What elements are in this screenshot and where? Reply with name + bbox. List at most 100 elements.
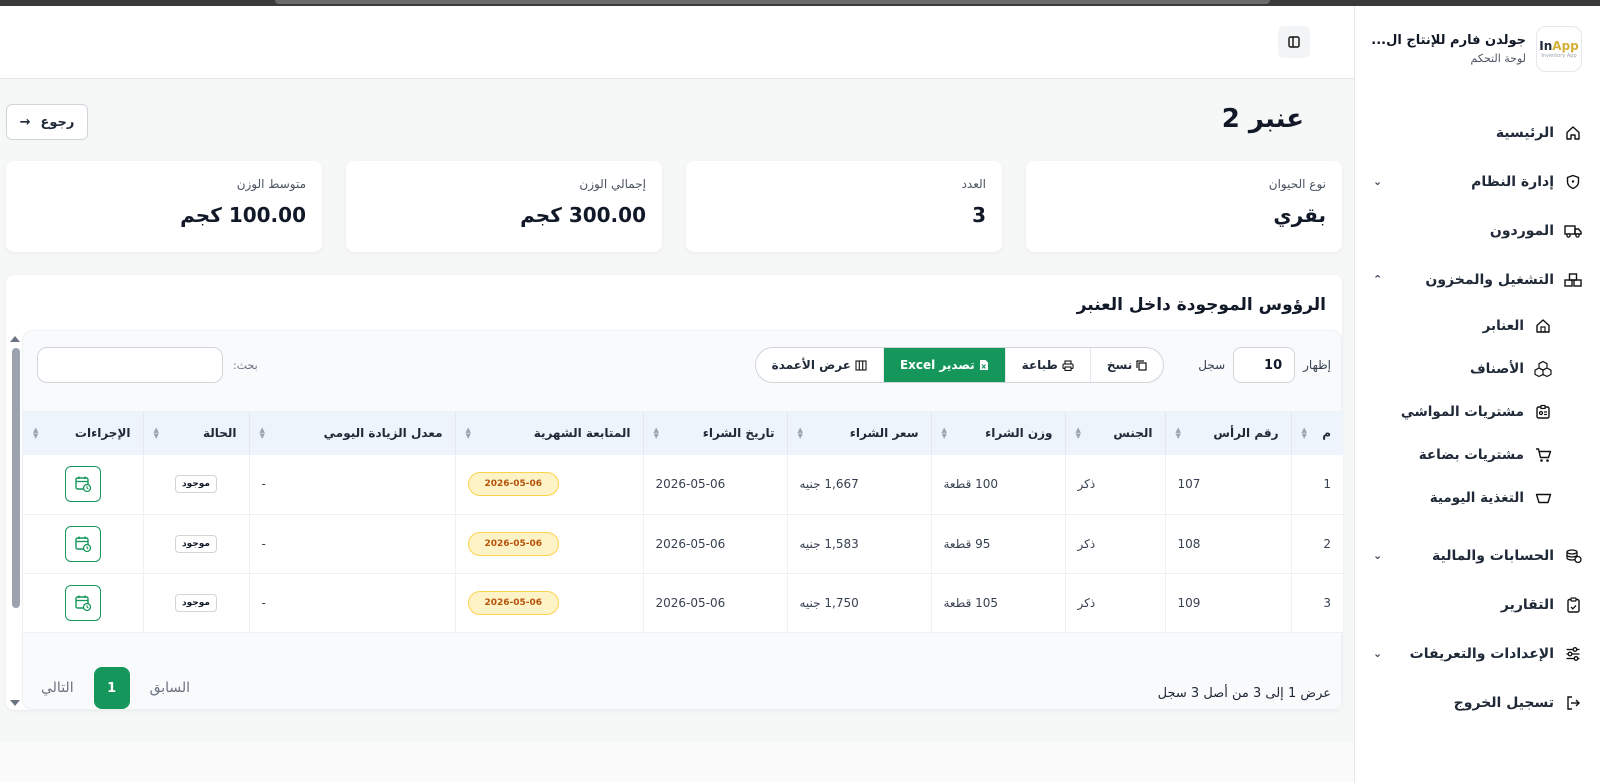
followup-action-button[interactable] xyxy=(64,584,101,621)
chevron-down-icon: ⌄ xyxy=(1373,647,1383,660)
barn-icon xyxy=(1532,315,1554,337)
sidebar-item-daily-feeding[interactable]: التغذية اليومية xyxy=(1355,476,1574,519)
followup-action-button[interactable] xyxy=(64,466,101,503)
chevron-up-icon: ⌃ xyxy=(1373,273,1383,286)
status-badge: موجود xyxy=(175,593,217,612)
sidebar-nav: الرئيسية إدارة النظام ⌄ الموردون التشغيل… xyxy=(1355,108,1600,727)
export-button-group: نسخ طباعة تصدير Excel عرض الأعمدة xyxy=(754,347,1165,383)
shield-icon xyxy=(1562,171,1584,193)
sidebar-item-barns[interactable]: العنابر xyxy=(1355,304,1574,347)
page-bottom-area xyxy=(0,742,1354,783)
column-header-tag-number[interactable]: رقم الرأس ▲ ▼ xyxy=(1164,411,1291,455)
table-row: 1 107 ذكر 100 قطعة 1,667 جنيه 2026-05-06… xyxy=(23,455,1343,515)
calendar-clock-icon xyxy=(75,536,91,552)
column-header-gender[interactable]: الجنس ▲ ▼ xyxy=(1064,411,1165,455)
operations-submenu: العنابر الأصناف مشتريات المواشي مشتريات … xyxy=(1355,304,1600,519)
brand: InApp Inventory App جولدن فارم للإنتاج ا… xyxy=(1355,6,1600,72)
app-logo: InApp Inventory App xyxy=(1536,26,1582,72)
scroll-down-arrow-icon[interactable] xyxy=(10,700,20,706)
table-header-row: م ▲ ▼ رقم الرأس ▲ ▼ الجنس ▲ ▼ وزن الشراء ▲ ▼ سعر… xyxy=(23,411,1343,455)
datatable-wrapper: إظهار 10 سجل نسخ طباعة تصدير Excel عرض ا… xyxy=(22,330,1343,710)
sidebar-item-reports[interactable]: التقارير xyxy=(1355,580,1600,629)
column-header-actions[interactable]: الإجراءات ▲ ▼ xyxy=(23,411,143,455)
back-button-label: رجوع xyxy=(40,114,75,130)
sidebar-item-items[interactable]: الأصناف xyxy=(1355,347,1574,390)
sliders-icon xyxy=(1562,643,1584,665)
pagination-prev[interactable]: السابق xyxy=(150,680,190,696)
print-button[interactable]: طباعة xyxy=(1004,348,1090,382)
calendar-clock-icon xyxy=(75,476,91,493)
back-button[interactable]: رجوع → xyxy=(6,104,88,140)
id-card-icon xyxy=(1532,401,1554,423)
chevron-down-icon: ⌄ xyxy=(1373,549,1383,562)
table-row: 2 108 ذكر 95 قطعة 1,583 جنيه 2026-05-06 … xyxy=(23,514,1343,574)
column-header-status[interactable]: الحالة ▲ ▼ xyxy=(142,411,249,455)
sidebar-item-settings[interactable]: الإعدادات والتعريفات ⌄ xyxy=(1355,629,1600,678)
bowl-icon xyxy=(1532,487,1554,509)
table-controls: إظهار 10 سجل نسخ طباعة تصدير Excel عرض ا… xyxy=(754,347,1331,383)
clipboard-icon xyxy=(1562,594,1584,616)
column-header-monthly-followup[interactable]: المتابعة الشهرية ▲ ▼ xyxy=(454,411,643,455)
sidebar-item-goods-purchases[interactable]: مشتريات بضاعة xyxy=(1355,433,1574,476)
columns-icon xyxy=(855,359,867,371)
sidebar-item-operations-inventory[interactable]: التشغيل والمخزون ⌃ xyxy=(1355,255,1600,304)
panel-toggle-icon xyxy=(1288,36,1300,48)
monthly-followup-badge: 2026-05-06 xyxy=(467,531,560,556)
truck-icon xyxy=(1562,220,1584,242)
cart-icon xyxy=(1532,444,1554,466)
top-header xyxy=(0,6,1354,79)
sidebar-item-livestock-purchases[interactable]: مشتريات المواشي xyxy=(1355,390,1574,433)
browser-address-strip xyxy=(275,0,1270,4)
stat-card-count: العدد 3 xyxy=(686,161,1002,252)
column-header-purchase-price[interactable]: سعر الشراء ▲ ▼ xyxy=(786,411,931,455)
status-badge: موجود xyxy=(175,534,217,553)
column-header-index[interactable]: م ▲ ▼ xyxy=(1290,411,1343,455)
table-scrollbar[interactable] xyxy=(8,336,20,706)
sidebar: InApp Inventory App جولدن فارم للإنتاج ا… xyxy=(1354,6,1600,783)
cubes-icon xyxy=(1532,358,1554,380)
scroll-up-arrow-icon[interactable] xyxy=(10,336,20,342)
records-label: سجل xyxy=(1198,358,1226,372)
show-label: إظهار xyxy=(1303,358,1331,372)
pagination-next[interactable]: التالي xyxy=(41,680,74,696)
copy-button[interactable]: نسخ xyxy=(1089,348,1163,382)
sidebar-item-accounts-finance[interactable]: الحسابات والمالية ⌄ xyxy=(1355,531,1600,580)
stat-card-total-weight: إجمالي الوزن 300.00 كجم xyxy=(346,161,662,252)
home-icon xyxy=(1562,122,1584,144)
coins-icon xyxy=(1562,545,1584,567)
copy-icon xyxy=(1136,359,1147,371)
sidebar-item-logout[interactable]: تسجيل الخروج xyxy=(1355,678,1600,727)
table-search: بحث: xyxy=(37,347,258,383)
arrow-right-icon: → xyxy=(19,114,31,130)
heads-table: م ▲ ▼ رقم الرأس ▲ ▼ الجنس ▲ ▼ وزن الشراء ▲ ▼ سعر… xyxy=(23,411,1343,633)
company-name: جولدن فارم للإنتاج ال... xyxy=(1371,33,1526,48)
column-visibility-button[interactable]: عرض الأعمدة xyxy=(756,348,883,382)
monthly-followup-badge: 2026-05-06 xyxy=(467,472,560,497)
search-label: بحث: xyxy=(233,358,258,372)
status-badge: موجود xyxy=(175,475,217,494)
sidebar-item-system-admin[interactable]: إدارة النظام ⌄ xyxy=(1355,157,1600,206)
followup-action-button[interactable] xyxy=(64,525,101,562)
sidebar-toggle-button[interactable] xyxy=(1278,26,1310,58)
logout-icon xyxy=(1562,692,1584,714)
page-length-select[interactable]: 10 xyxy=(1233,347,1296,383)
export-excel-button[interactable]: تصدير Excel xyxy=(882,348,1005,382)
pagination-page-1[interactable]: 1 xyxy=(93,667,130,709)
printer-icon xyxy=(1062,359,1074,371)
column-header-daily-gain[interactable]: معدل الزيادة اليومي ▲ ▼ xyxy=(248,411,455,455)
sidebar-item-suppliers[interactable]: الموردون xyxy=(1355,206,1600,255)
pagination: السابق 1 التالي xyxy=(41,667,190,709)
sidebar-item-home[interactable]: الرئيسية xyxy=(1355,108,1600,157)
stat-card-animal-type: نوع الحيوان بقري xyxy=(1026,161,1342,252)
boxes-icon xyxy=(1562,269,1584,291)
file-excel-icon xyxy=(979,360,988,370)
page-title: عنبر 2 xyxy=(1221,104,1304,134)
column-header-purchase-weight[interactable]: وزن الشراء ▲ ▼ xyxy=(930,411,1065,455)
column-header-purchase-date[interactable]: تاريخ الشراء ▲ ▼ xyxy=(642,411,787,455)
scrollbar-thumb[interactable] xyxy=(12,348,20,608)
search-input[interactable] xyxy=(37,347,223,383)
table-info: عرض 1 إلى 3 من أصل 3 سجل xyxy=(1157,686,1331,701)
heads-table-panel: الرؤوس الموجودة داخل العنبر إظهار 10 سجل… xyxy=(6,275,1343,710)
monthly-followup-badge: 2026-05-06 xyxy=(467,590,560,615)
stat-card-average-weight: متوسط الوزن 100.00 كجم xyxy=(6,161,322,252)
